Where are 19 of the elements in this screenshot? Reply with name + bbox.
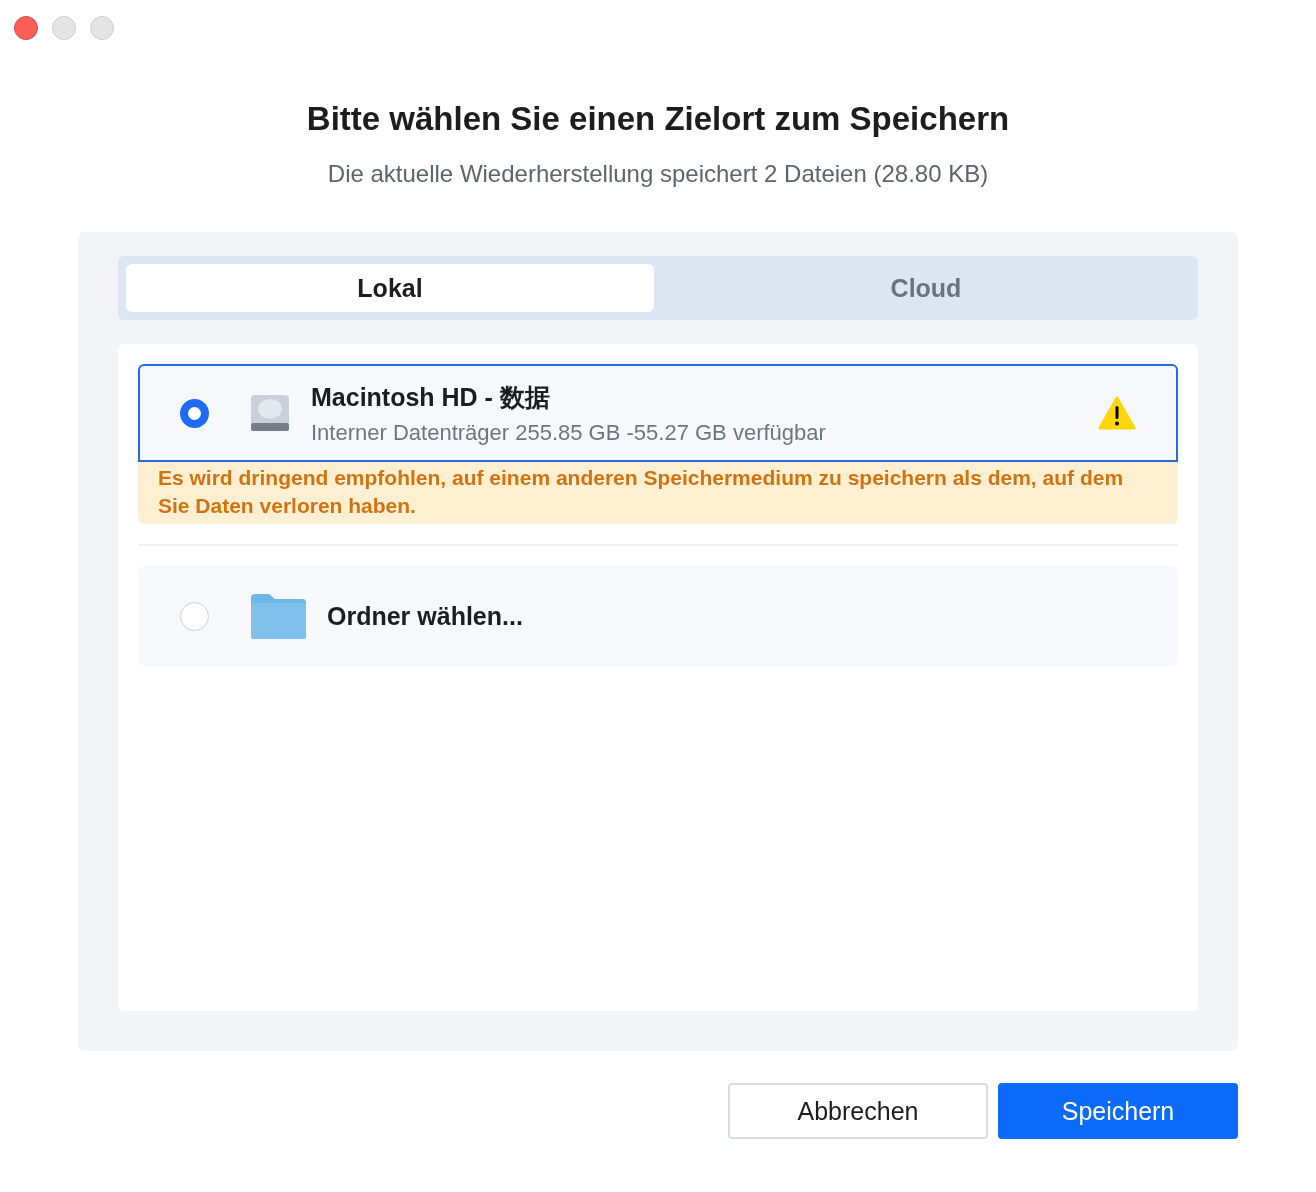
dialog-title: Bitte wählen Sie einen Zielort zum Speichern: [305, 100, 1011, 138]
dialog-subtitle: Die aktuelle Wiederherstellung speichert 2 Dateien (28.80 KB): [326, 160, 990, 188]
tab[interactable]: Cloud: [662, 264, 1190, 312]
cancel-button[interactable]: Abbrechen: [728, 1083, 988, 1139]
location-item[interactable]: Macintosh HD - 数据 Interner Datenträger 255.85 GB -55.27 GB verfügbar: [138, 364, 1178, 462]
minimize-button[interactable]: [52, 16, 76, 40]
save-button[interactable]: Speichern: [998, 1083, 1238, 1139]
location-item[interactable]: Ordner wählen...: [138, 566, 1178, 666]
location-name: Ordner wählen...: [327, 601, 524, 631]
tab[interactable]: Lokal: [126, 264, 654, 312]
warning-message: Es wird dringend empfohlen, auf einem anderen Speichermedium zu speichern als dem, auf dem Sie Daten verloren haben.: [138, 462, 1178, 524]
folder-icon: [249, 592, 307, 640]
warning-icon: [1098, 396, 1136, 430]
radio-button[interactable]: [180, 398, 209, 428]
hard-drive-icon: [249, 393, 291, 433]
zoom-button[interactable]: [90, 16, 114, 40]
location-name: Macintosh HD - 数据: [311, 381, 551, 413]
close-button[interactable]: [14, 16, 38, 40]
location-detail: Interner Datenträger 255.85 GB -55.27 GB verfügbar: [311, 419, 827, 446]
